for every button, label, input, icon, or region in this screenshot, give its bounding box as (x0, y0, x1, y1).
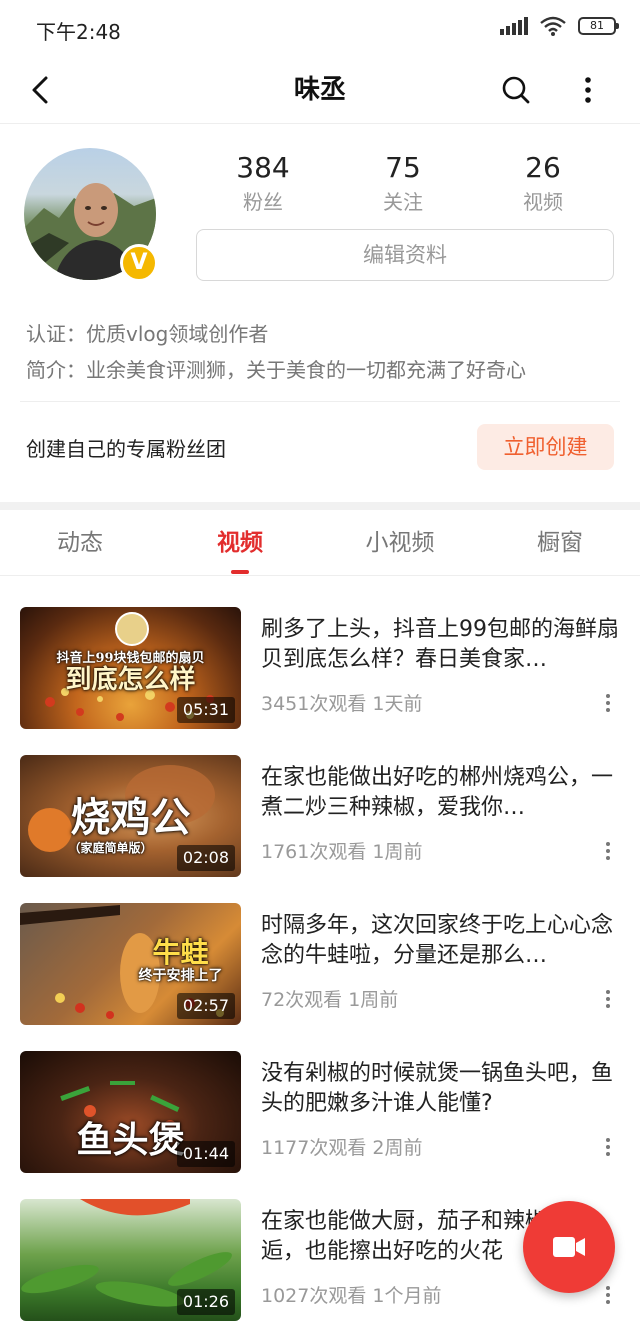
video-meta: 1177次观看 2周前 (261, 1137, 423, 1159)
status-time: 下午2:48 (36, 20, 121, 44)
video-meta: 3451次观看 1天前 (261, 693, 423, 715)
tab-label: 视频 (217, 530, 263, 556)
video-duration: 02:08 (176, 845, 235, 871)
divider (20, 401, 620, 402)
stat-number: 384 (236, 151, 290, 184)
tab-videos[interactable]: 视频 (180, 526, 300, 574)
battery-icon: 81 (578, 17, 619, 35)
video-more-icon[interactable] (598, 1135, 618, 1159)
video-thumbnail[interactable]: 鱼头煲 01:44 (20, 1051, 241, 1173)
section-divider (0, 502, 640, 510)
video-list-item[interactable]: 抖音上99块钱包邮的扇贝 到底怎么样 05:31 刷多了上头，抖音上99包邮的海… (0, 607, 640, 731)
stat-label: 视频 (523, 190, 563, 214)
thumbnail-title: 到底怎么样 (65, 665, 196, 695)
record-video-button[interactable] (523, 1201, 615, 1293)
edit-profile-button[interactable]: 编辑资料 (196, 229, 614, 281)
tab-label: 动态 (57, 530, 103, 556)
tab-showcase[interactable]: 橱窗 (500, 526, 620, 560)
tab-bar: 动态 视频 小视频 橱窗 (0, 510, 640, 576)
video-title[interactable]: 时隔多年，这次回家终于吃上心心念念的牛蛙啦，分量还是那么… (261, 911, 619, 971)
wifi-icon (540, 16, 566, 36)
fan-group-text: 创建自己的专属粉丝团 (26, 437, 226, 461)
video-duration: 01:26 (176, 1289, 235, 1315)
video-more-icon[interactable] (598, 691, 618, 715)
video-title[interactable]: 在家也能做出好吃的郴州烧鸡公，一煮二炒三种辣椒，爱我你… (261, 763, 619, 823)
video-list-item[interactable]: 烧鸡公 （家庭简单版） 02:08 在家也能做出好吃的郴州烧鸡公，一煮二炒三种辣… (0, 755, 640, 879)
video-meta: 1027次观看 1个月前 (261, 1285, 442, 1307)
tab-label: 小视频 (365, 530, 435, 556)
nav-bar: 味丞 (0, 56, 640, 124)
stat-videos[interactable]: 26 视频 (488, 150, 598, 218)
thumbnail-subtitle: 终于安排上了 (138, 968, 223, 984)
video-camera-icon (553, 1237, 585, 1257)
video-title[interactable]: 没有剁椒的时候就煲一锅鱼头吧，鱼头的肥嫩多汁谁人能懂? (261, 1059, 619, 1119)
tab-label: 橱窗 (537, 530, 583, 556)
tab-active-indicator (231, 570, 249, 574)
video-title[interactable]: 刷多了上头，抖音上99包邮的海鲜扇贝到底怎么样？春日美食家… (261, 615, 619, 675)
stat-label: 关注 (383, 190, 423, 214)
tab-short-videos[interactable]: 小视频 (340, 526, 460, 560)
create-fan-group-button[interactable]: 立即创建 (477, 424, 614, 470)
avatar[interactable]: V (24, 148, 158, 282)
video-thumbnail[interactable]: 烧鸡公 （家庭简单版） 02:08 (20, 755, 241, 877)
video-thumbnail[interactable]: 牛蛙 终于安排上了 02:57 (20, 903, 241, 1025)
stat-number: 75 (385, 151, 421, 184)
more-options-icon[interactable] (568, 70, 608, 110)
status-bar: 下午2:48 81 (0, 0, 640, 56)
signal-icon (500, 17, 528, 35)
page-title: 味丞 (293, 75, 346, 105)
video-duration: 05:31 (176, 697, 235, 723)
video-more-icon[interactable] (598, 839, 618, 863)
video-duration: 02:57 (176, 993, 235, 1019)
thumbnail-title: 烧鸡公 (70, 794, 191, 841)
bio-text: 简介：业余美食评测狮，关于美食的一切都充满了好奇心 (26, 358, 526, 382)
video-more-icon[interactable] (598, 987, 618, 1011)
video-meta: 1761次观看 1周前 (261, 841, 423, 863)
back-icon[interactable] (22, 70, 62, 110)
certification-text: 认证：优质vlog领域创作者 (26, 322, 269, 346)
tab-dynamics[interactable]: 动态 (20, 526, 140, 560)
video-list-item[interactable]: 牛蛙 终于安排上了 02:57 时隔多年，这次回家终于吃上心心念念的牛蛙啦，分量… (0, 903, 640, 1027)
status-icons: 81 (500, 16, 619, 36)
video-thumbnail[interactable]: 01:26 (20, 1199, 241, 1321)
video-duration: 01:44 (176, 1141, 235, 1167)
stat-number: 26 (525, 151, 561, 184)
video-meta: 72次观看 1周前 (261, 989, 399, 1011)
search-icon[interactable] (496, 70, 536, 110)
stat-fans[interactable]: 384 粉丝 (208, 150, 318, 218)
video-list-item[interactable]: 鱼头煲 01:44 没有剁椒的时候就煲一锅鱼头吧，鱼头的肥嫩多汁谁人能懂? 11… (0, 1051, 640, 1175)
video-thumbnail[interactable]: 抖音上99块钱包邮的扇贝 到底怎么样 05:31 (20, 607, 241, 729)
stat-following[interactable]: 75 关注 (348, 150, 458, 218)
verified-badge-icon: V (120, 244, 158, 282)
stat-label: 粉丝 (243, 190, 283, 214)
